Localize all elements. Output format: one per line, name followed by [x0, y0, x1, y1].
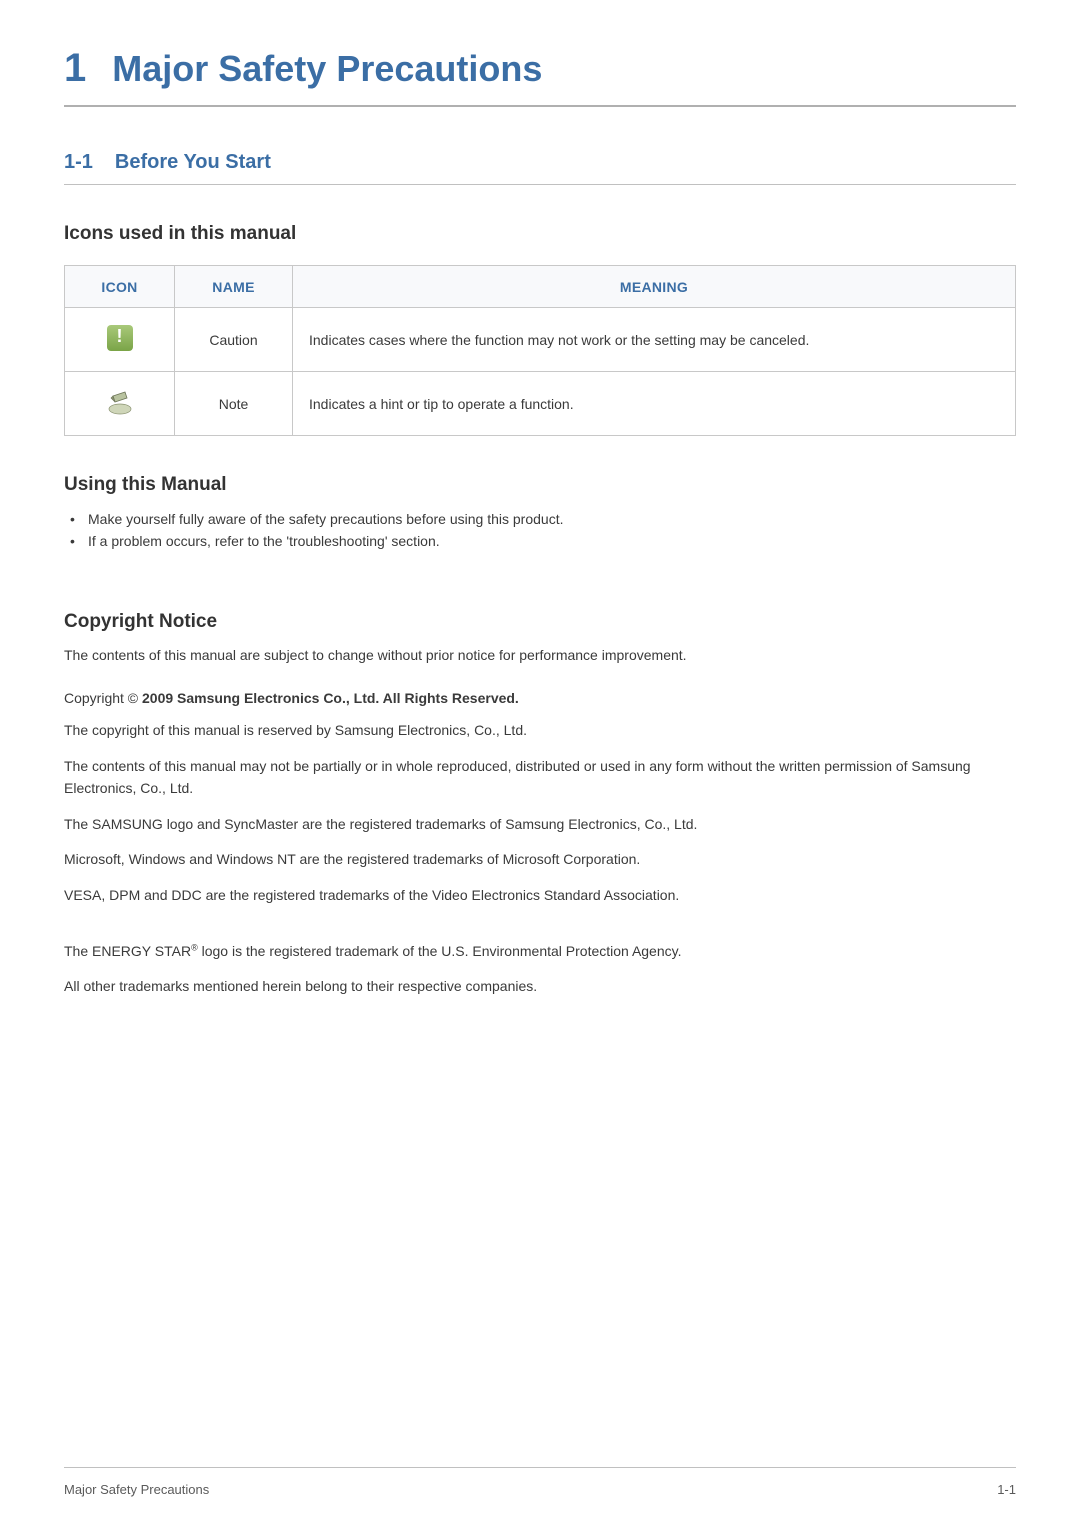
- using-manual-heading: Using this Manual: [64, 474, 1016, 496]
- list-item: If a problem occurs, refer to the 'troub…: [64, 530, 1016, 552]
- copyright-para: The copyright of this manual is reserved…: [64, 720, 1016, 742]
- cell-meaning: Indicates a hint or tip to operate a fun…: [293, 372, 1016, 436]
- energy-star-post: logo is the registered trademark of the …: [198, 943, 682, 959]
- copyright-para: The SAMSUNG logo and SyncMaster are the …: [64, 814, 1016, 836]
- registered-mark: ®: [191, 942, 198, 952]
- section-header: 1-1 Before You Start: [64, 151, 1016, 185]
- note-icon: [107, 389, 133, 415]
- trademarks-final: All other trademarks mentioned herein be…: [64, 976, 1016, 998]
- cell-meaning: Indicates cases where the function may n…: [293, 308, 1016, 372]
- using-manual-list: Make yourself fully aware of the safety …: [64, 508, 1016, 553]
- cell-name: Caution: [175, 308, 293, 372]
- energy-star-para: The ENERGY STAR® logo is the registered …: [64, 941, 1016, 963]
- footer-right: 1-1: [997, 1482, 1016, 1497]
- energy-star-pre: The ENERGY STAR: [64, 943, 191, 959]
- table-row: Note Indicates a hint or tip to operate …: [65, 372, 1016, 436]
- copyright-para: Microsoft, Windows and Windows NT are th…: [64, 849, 1016, 871]
- copyright-bold: 2009 Samsung Electronics Co., Ltd. All R…: [142, 690, 519, 706]
- th-name: NAME: [175, 266, 293, 308]
- list-item: Make yourself fully aware of the safety …: [64, 508, 1016, 530]
- copyright-line: Copyright © 2009 Samsung Electronics Co.…: [64, 690, 1016, 706]
- page-footer: Major Safety Precautions 1-1: [64, 1467, 1016, 1497]
- th-icon: ICON: [65, 266, 175, 308]
- copyright-heading: Copyright Notice: [64, 611, 1016, 633]
- cell-name: Note: [175, 372, 293, 436]
- cell-icon-note: [65, 372, 175, 436]
- copyright-prefix: Copyright ©: [64, 690, 142, 706]
- chapter-number: 1: [64, 46, 86, 91]
- icons-heading: Icons used in this manual: [64, 223, 1016, 245]
- table-header-row: ICON NAME MEANING: [65, 266, 1016, 308]
- cell-icon-caution: [65, 308, 175, 372]
- icon-table: ICON NAME MEANING Caution Indicates case…: [64, 265, 1016, 436]
- footer-left: Major Safety Precautions: [64, 1482, 209, 1497]
- section-title: Before You Start: [115, 151, 271, 174]
- caution-icon: [107, 325, 133, 351]
- chapter-header: 1 Major Safety Precautions: [64, 46, 1016, 107]
- table-row: Caution Indicates cases where the functi…: [65, 308, 1016, 372]
- chapter-title: Major Safety Precautions: [112, 48, 542, 90]
- copyright-intro: The contents of this manual are subject …: [64, 645, 1016, 667]
- copyright-para: The contents of this manual may not be p…: [64, 756, 1016, 799]
- section-number: 1-1: [64, 151, 93, 174]
- copyright-para: VESA, DPM and DDC are the registered tra…: [64, 885, 1016, 907]
- th-meaning: MEANING: [293, 266, 1016, 308]
